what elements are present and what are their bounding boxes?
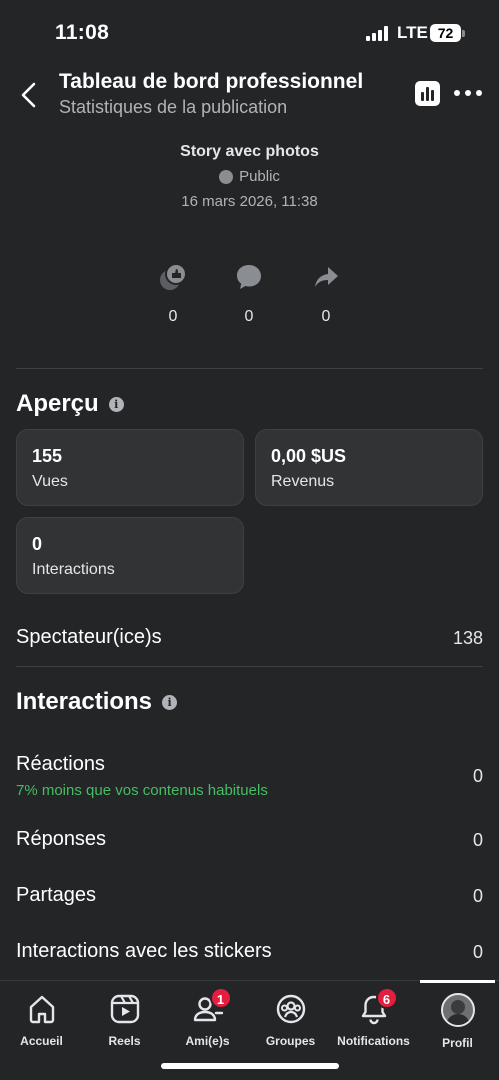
overview-heading: Aperçu i: [16, 390, 124, 418]
nav-label: Reels: [108, 1034, 141, 1048]
stat-comments: 0: [219, 262, 279, 326]
comments-count: 0: [244, 308, 254, 325]
info-icon[interactable]: i: [108, 396, 124, 412]
interactions-label: Interactions: [32, 561, 115, 578]
share-icon: [315, 267, 338, 287]
notifications-badge: 6: [375, 987, 398, 1009]
home-icon: [26, 993, 58, 1025]
views-label: Vues: [32, 473, 68, 490]
shares-row-label: Partages: [16, 884, 97, 906]
bar-chart-icon[interactable]: [415, 81, 440, 106]
reactions-trend-note: 7% moins que vos contenus habituels: [16, 782, 268, 799]
nav-home[interactable]: Accueil: [0, 993, 83, 1048]
revenue-label: Revenus: [271, 473, 335, 490]
interactions-heading: Interactions i: [16, 688, 178, 716]
replies-row-label: Réponses: [16, 828, 107, 850]
battery-icon: 72: [430, 24, 461, 42]
like-reaction-icon: [160, 263, 187, 290]
nav-label: Profil: [442, 1036, 473, 1050]
status-time: 11:08: [55, 21, 110, 44]
comment-icon: [237, 265, 261, 289]
shares-row-value: 0: [472, 886, 483, 906]
more-icon[interactable]: [454, 90, 482, 98]
nav-notifications[interactable]: 6 Notifications: [332, 987, 415, 1048]
globe-icon: [219, 170, 234, 184]
post-title: Story avec photos: [180, 143, 319, 160]
post-info: Story avec photos Public 16 mars 2026, 1…: [0, 140, 499, 214]
reactions-row-value: 0: [472, 766, 483, 786]
active-tab-indicator: [420, 980, 495, 983]
nav-friends[interactable]: 1 Ami(e)s: [166, 987, 249, 1048]
revenue-value: 0,00 $US: [271, 446, 347, 466]
divider: [16, 368, 483, 369]
signal-icon: [366, 26, 390, 41]
nav-profile[interactable]: Profil: [416, 993, 499, 1050]
post-privacy: Public: [0, 164, 499, 190]
nav-label: Ami(e)s: [185, 1034, 230, 1048]
stickers-row-value: 0: [472, 942, 483, 962]
back-arrow-icon[interactable]: [16, 80, 44, 110]
views-card[interactable]: 155 Vues: [16, 429, 244, 506]
reactions-row-label: Réactions: [16, 753, 105, 775]
groups-icon: [275, 993, 307, 1025]
shares-count: 0: [321, 308, 331, 325]
stat-shares: 0: [296, 262, 356, 326]
friends-icon: 1: [192, 987, 232, 1025]
page-subtitle: Statistiques de la publication: [59, 97, 288, 117]
home-indicator: [161, 1063, 339, 1069]
stickers-row-label: Interactions avec les stickers: [16, 940, 272, 962]
post-stats: 0 0 0: [0, 262, 499, 332]
viewers-label: Spectateur(ice)s: [16, 626, 162, 648]
friends-badge: 1: [209, 987, 232, 1009]
interactions-card[interactable]: 0 Interactions: [16, 517, 244, 594]
divider: [16, 666, 483, 667]
interactions-title: Interactions: [16, 688, 153, 715]
privacy-label: Public: [239, 168, 280, 185]
nav-label: Accueil: [20, 1034, 63, 1048]
nav-reels[interactable]: Reels: [83, 993, 166, 1048]
nav-groups[interactable]: Groupes: [249, 993, 332, 1048]
viewers-value: 138: [452, 628, 483, 648]
info-icon[interactable]: i: [162, 694, 178, 710]
stat-reactions: 0: [143, 262, 203, 326]
header: Tableau de bord professionnel Statistiqu…: [0, 62, 499, 132]
reels-icon: [109, 993, 141, 1025]
nav-label: Groupes: [265, 1034, 316, 1048]
revenue-card[interactable]: 0,00 $US Revenus: [255, 429, 483, 506]
post-date: 16 mars 2026, 11:38: [181, 193, 318, 210]
page-title: Tableau de bord professionnel: [59, 70, 364, 93]
overview-title: Aperçu: [16, 390, 99, 417]
views-value: 155: [32, 446, 63, 466]
reactions-count: 0: [168, 308, 178, 325]
network-label: LTE: [397, 23, 428, 42]
bell-icon: 6: [358, 987, 398, 1025]
status-bar: 11:08 LTE 72: [0, 0, 499, 62]
battery-tip: [462, 30, 465, 37]
avatar: [440, 993, 475, 1027]
interactions-value: 0: [32, 534, 43, 554]
nav-label: Notifications: [337, 1034, 410, 1048]
replies-row-value: 0: [472, 830, 483, 850]
